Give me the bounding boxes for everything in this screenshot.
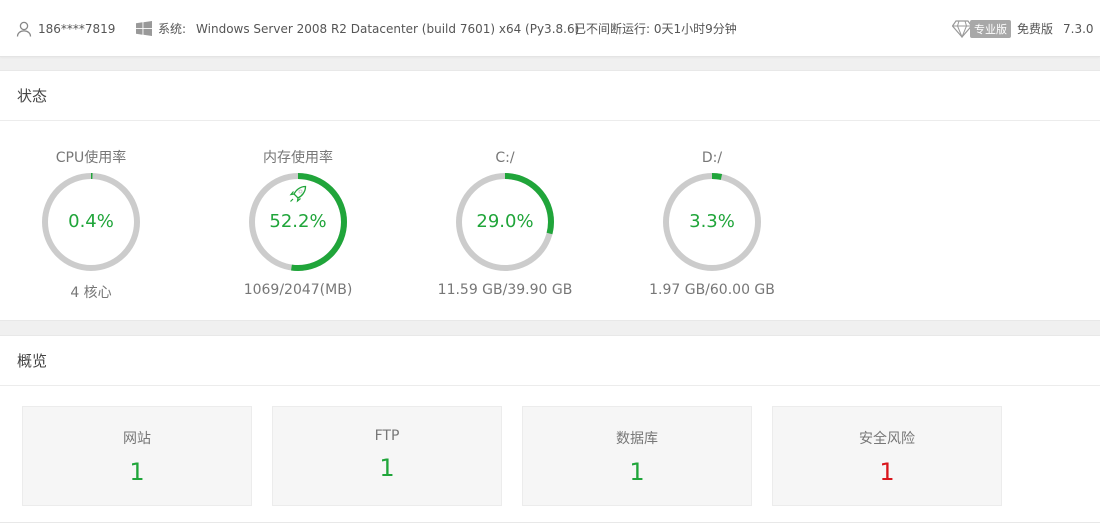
gauge-percent: 29.0% (476, 211, 534, 232)
overview-card-databases[interactable]: 数据库 1 (522, 406, 752, 506)
user-name: 186****7819 (38, 21, 116, 36)
overview-card-security-risk[interactable]: 安全风险 1 (772, 406, 1002, 506)
gauge-percent: 3.3% (689, 211, 735, 232)
gauge-subtitle: 1.97 GB/60.00 GB (649, 282, 775, 298)
card-value[interactable]: 1 (773, 458, 1001, 486)
status-panel: 状态 CPU使用率 0.4% 4 核心 内存使用率 52.2% 1069/204… (0, 70, 1100, 321)
diamond-icon[interactable] (952, 19, 972, 38)
gauge-subtitle: 11.59 GB/39.90 GB (437, 282, 573, 298)
top-bar: 186****7819 系统: Windows Server 2008 R2 D… (0, 0, 1100, 57)
system-value: Windows Server 2008 R2 Datacenter (build… (196, 21, 580, 36)
free-edition-label: 免费版 (1017, 22, 1054, 36)
gauge-percent: 0.4% (68, 211, 114, 232)
card-label: 数据库 (616, 431, 658, 447)
disk-c-gauge[interactable]: C:/ 29.0% 11.59 GB/39.90 GB (430, 149, 580, 298)
edition-info: 专业版 免费版 7.3.0 (952, 0, 1094, 57)
memory-gauge[interactable]: 内存使用率 52.2% 1069/2047(MB) (223, 149, 373, 298)
overview-card-ftp[interactable]: FTP 1 (272, 406, 502, 506)
gauge-percent: 52.2% (269, 211, 327, 232)
system-label: 系统: (158, 22, 187, 36)
disk-d-gauge[interactable]: D:/ 3.3% 1.97 GB/60.00 GB (637, 149, 787, 298)
overview-panel: 概览 网站 1 FTP 1 数据库 1 安全风险 1 (0, 335, 1100, 523)
gauge-subtitle: 1069/2047(MB) (243, 282, 353, 298)
user-icon (16, 21, 32, 37)
cpu-gauge[interactable]: CPU使用率 0.4% 4 核心 (16, 149, 166, 302)
system-info: 系统: Windows Server 2008 R2 Datacenter (b… (136, 0, 579, 57)
card-label: 安全风险 (859, 431, 915, 447)
gauge-subtitle: 4 核心 (70, 285, 112, 301)
pro-edition-badge[interactable]: 专业版 (970, 19, 1011, 38)
card-value[interactable]: 1 (23, 458, 251, 486)
card-label: FTP (374, 428, 400, 444)
gauge-title: D:/ (701, 150, 723, 166)
status-title: 状态 (0, 71, 1100, 121)
uptime-text: 已不间断运行: 0天1小时9分钟 (574, 22, 737, 36)
overview-title: 概览 (0, 336, 1100, 386)
card-value[interactable]: 1 (523, 458, 751, 486)
windows-icon (136, 21, 152, 36)
card-label: 网站 (123, 431, 151, 447)
user-info[interactable]: 186****7819 (16, 0, 115, 57)
version-label[interactable]: 7.3.0 (1063, 22, 1094, 36)
gauge-title: C:/ (495, 150, 515, 166)
card-value[interactable]: 1 (273, 454, 501, 482)
overview-card-websites[interactable]: 网站 1 (22, 406, 252, 506)
gauge-title: 内存使用率 (263, 150, 333, 166)
gauge-title: CPU使用率 (55, 150, 127, 166)
